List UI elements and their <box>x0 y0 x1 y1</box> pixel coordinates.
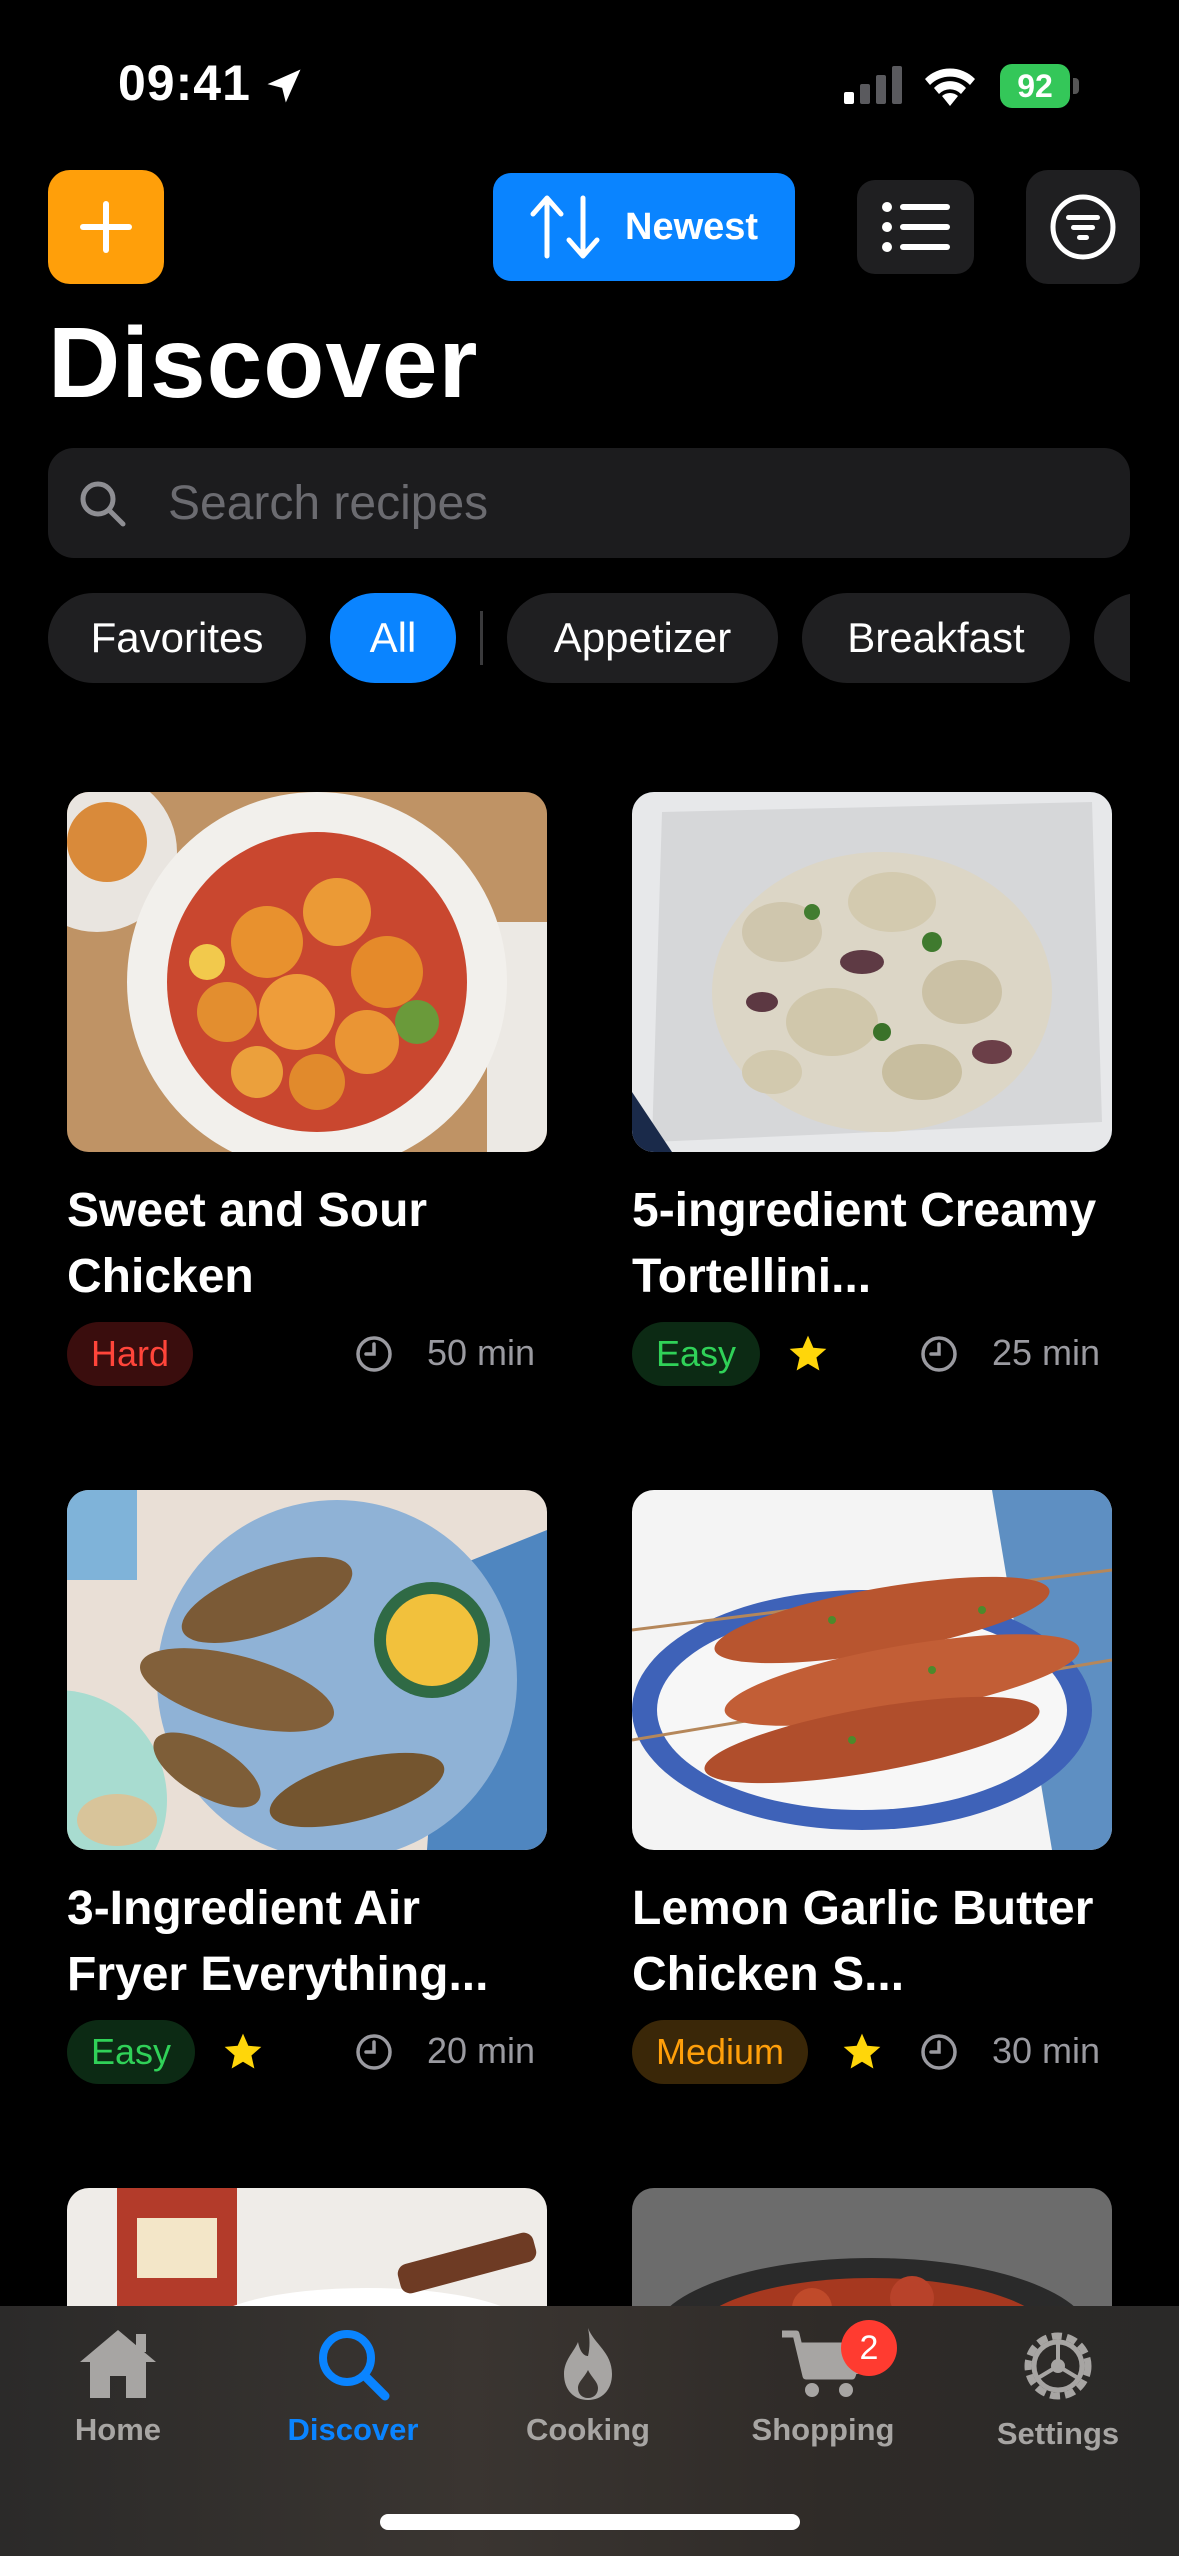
search-icon <box>319 2330 390 2401</box>
battery-indicator: 92 <box>1000 64 1080 108</box>
search-icon <box>80 481 126 527</box>
tab-settings[interactable]: Settings <box>958 2326 1158 2452</box>
recipe-image <box>67 792 547 1152</box>
tab-shopping[interactable]: 2 Shopping <box>723 2320 923 2448</box>
cook-time: 30 min <box>991 2030 1100 2071</box>
favorite-star-icon[interactable] <box>786 1332 830 1376</box>
difficulty-badge: Easy <box>67 2020 196 2084</box>
chip-divider <box>480 611 483 665</box>
search-bar[interactable] <box>48 448 1130 558</box>
tab-label: Home <box>74 2412 162 2447</box>
favorite-star-icon[interactable] <box>221 2030 265 2074</box>
favorite-star-icon[interactable] <box>840 2030 884 2074</box>
chip-all[interactable]: All <box>330 593 456 683</box>
status-bar: 09:41 92 <box>0 0 1179 170</box>
tab-label: Shopping <box>751 2412 895 2447</box>
battery-level: 92 <box>1000 64 1070 108</box>
recipe-image <box>632 1490 1112 1850</box>
recipe-image <box>632 792 1112 1152</box>
list-icon <box>881 202 950 252</box>
house-icon <box>80 2330 156 2398</box>
difficulty-badge: Hard <box>67 1322 194 1386</box>
page-title: Discover <box>48 307 479 419</box>
recipe-card[interactable]: 3-Ingredient Air Fryer Everything... Eas… <box>67 1490 547 2086</box>
tab-label: Discover <box>287 2412 419 2447</box>
clock-icon <box>356 2034 392 2070</box>
recipe-card[interactable]: Lemon Garlic Butter Chicken S... Medium … <box>632 1490 1112 2086</box>
tab-discover[interactable]: Discover <box>253 2326 453 2448</box>
tab-home[interactable]: Home <box>18 2326 218 2448</box>
recipe-title: 3-Ingredient Air Fryer Everything... <box>67 1882 489 2001</box>
chip-breakfast[interactable]: Breakfast <box>802 593 1070 683</box>
gear-icon <box>1024 2332 1092 2400</box>
difficulty-badge: Easy <box>632 1322 761 1386</box>
filter-button[interactable] <box>1026 170 1140 284</box>
cook-time: 25 min <box>991 1332 1100 1373</box>
recipe-title: 5-ingredient Creamy Tortellini... <box>632 1184 1097 1303</box>
recipe-title: Sweet and Sour Chicken <box>67 1184 428 1303</box>
recipe-card[interactable]: Sweet and Sour Chicken Hard 50 min <box>67 792 547 1388</box>
flame-icon <box>564 2328 612 2400</box>
chip-appetizer[interactable]: Appetizer <box>507 593 778 683</box>
list-view-button[interactable] <box>857 180 974 274</box>
shopping-badge: 2 <box>841 2320 897 2376</box>
recipe-card[interactable]: 5-ingredient Creamy Tortellini... Easy 2… <box>632 792 1112 1388</box>
difficulty-badge: Medium <box>632 2020 809 2084</box>
clock-icon <box>921 2034 957 2070</box>
chip-favorites[interactable]: Favorites <box>48 593 306 683</box>
recipe-meta: Hard 50 min <box>67 1322 547 1388</box>
clock-icon <box>356 1336 392 1372</box>
sort-label: Newest <box>625 205 759 248</box>
clock-icon <box>921 1336 957 1372</box>
location-arrow-icon <box>267 69 301 103</box>
home-indicator[interactable] <box>380 2514 800 2530</box>
sort-button[interactable]: Newest <box>493 173 795 281</box>
recipe-meta: Easy 20 min <box>67 2020 547 2086</box>
cook-time: 50 min <box>426 1332 535 1373</box>
tab-label: Cooking <box>526 2412 650 2447</box>
sort-arrows-icon <box>530 195 600 259</box>
tab-cooking[interactable]: Cooking <box>488 2326 688 2448</box>
status-time: 09:41 <box>118 55 251 111</box>
filter-circle-icon <box>1050 194 1116 260</box>
add-recipe-button[interactable] <box>48 170 164 284</box>
search-input[interactable] <box>168 475 1068 531</box>
chip-more[interactable] <box>1094 593 1130 683</box>
wifi-icon <box>925 68 975 106</box>
tab-label: Settings <box>996 2416 1120 2451</box>
recipe-meta: Easy 25 min <box>632 1322 1112 1388</box>
category-chips: Favorites All Appetizer Breakfast <box>48 593 1130 683</box>
recipe-title: Lemon Garlic Butter Chicken S... <box>632 1882 1094 2001</box>
recipe-image <box>67 1490 547 1850</box>
cook-time: 20 min <box>426 2030 535 2071</box>
cellular-signal-icon <box>844 66 902 104</box>
plus-icon <box>80 201 132 253</box>
recipe-meta: Medium 30 min <box>632 2020 1112 2086</box>
